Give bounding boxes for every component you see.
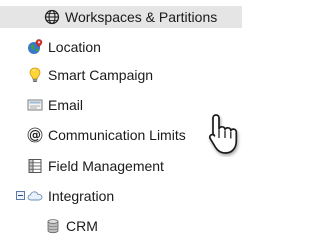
globe-icon — [44, 9, 60, 25]
tree-item-label: Integration — [48, 188, 115, 204]
at-sign-icon: @ — [27, 127, 43, 143]
tree-item-field-management[interactable]: Field Management — [27, 155, 164, 177]
tree-item-workspaces-partitions[interactable]: Workspaces & Partitions — [0, 6, 242, 28]
tree-item-location[interactable]: Location — [27, 36, 101, 58]
field-table-icon — [27, 158, 43, 174]
tree-item-smart-campaign[interactable]: Smart Campaign — [27, 64, 153, 86]
cloud-icon — [27, 188, 43, 204]
location-globe-icon — [27, 39, 43, 55]
collapse-toggle-icon[interactable] — [16, 191, 25, 200]
database-icon — [45, 218, 61, 234]
tree-item-label: CRM — [66, 218, 98, 234]
svg-text:@: @ — [29, 128, 41, 142]
tree-item-label: Location — [48, 39, 101, 55]
tree-item-integration[interactable]: Integration — [27, 185, 114, 207]
tree-item-crm[interactable]: CRM — [45, 215, 98, 237]
tree-item-communication-limits[interactable]: @ Communication Limits — [27, 124, 186, 146]
admin-navigation-tree: Workspaces & Partitions Location Smart C… — [0, 0, 242, 245]
lightbulb-icon — [27, 67, 43, 83]
tree-item-label: Email — [48, 97, 84, 113]
tree-item-label: Field Management — [48, 158, 164, 174]
tree-item-label: Communication Limits — [48, 127, 186, 143]
tree-item-label: Smart Campaign — [48, 67, 154, 83]
tree-item-label: Workspaces & Partitions — [65, 9, 218, 25]
email-icon — [27, 97, 43, 113]
tree-item-email[interactable]: Email — [27, 94, 83, 116]
